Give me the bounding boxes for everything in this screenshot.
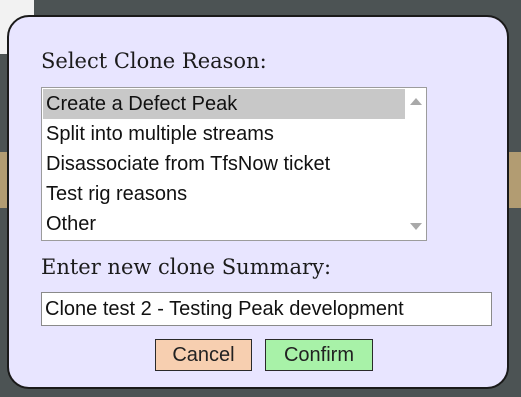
reason-option[interactable]: Create a Defect Peak	[43, 89, 405, 119]
listbox-scrollbar[interactable]	[406, 88, 426, 240]
reason-option[interactable]: Disassociate from TfsNow ticket	[43, 149, 405, 179]
clone-dialog: Select Clone Reason: Create a Defect Pea…	[7, 15, 509, 389]
clone-summary-input[interactable]	[41, 292, 492, 326]
clone-reason-label: Select Clone Reason:	[41, 49, 267, 73]
scroll-down-arrow-icon[interactable]	[410, 223, 422, 230]
clone-summary-label: Enter new clone Summary:	[41, 255, 332, 279]
reason-option[interactable]: Test rig reasons	[43, 179, 405, 209]
scroll-up-arrow-icon[interactable]	[410, 98, 422, 105]
reason-option[interactable]: Split into multiple streams	[43, 119, 405, 149]
clone-reason-listbox[interactable]: Create a Defect Peak Split into multiple…	[41, 87, 427, 241]
reason-option[interactable]: Other	[43, 209, 405, 239]
cancel-button[interactable]: Cancel	[155, 339, 252, 371]
confirm-button[interactable]: Confirm	[265, 339, 373, 371]
